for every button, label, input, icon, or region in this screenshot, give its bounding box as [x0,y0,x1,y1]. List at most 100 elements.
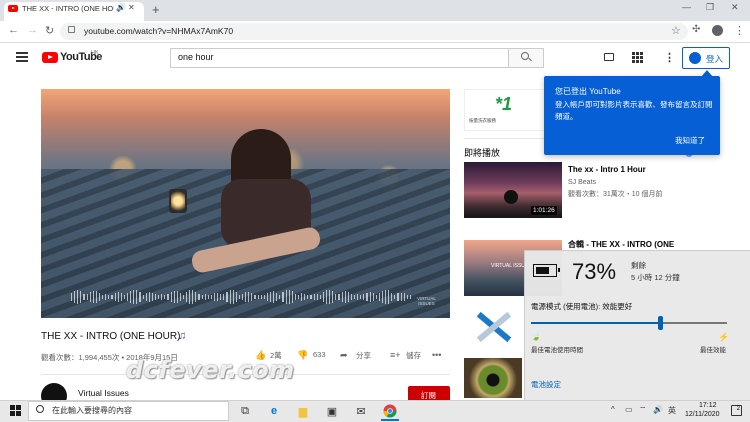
share-label[interactable]: 分享 [356,350,371,361]
apps-grid-icon[interactable] [632,52,643,63]
show-hidden-icons-icon[interactable]: ^ [611,405,615,414]
waveform-bar [248,291,250,303]
tab-close-icon[interactable]: ✕ [128,3,135,12]
bookmark-star-icon[interactable]: ☆ [671,24,681,37]
search-input[interactable] [170,48,508,68]
waveform-bar [238,294,241,300]
share-icon[interactable]: ➦ [340,350,348,361]
tooltip-dismiss-button[interactable]: 我知道了 [675,135,705,146]
player-brand-text: VIRTUAL ISSUES [417,296,436,307]
waveform-bar [192,290,194,304]
waveform-bar [369,292,371,302]
minimize-icon[interactable]: — [682,2,691,12]
tooltip-title: 您已登出 YouTube [555,87,621,96]
waveform-bar [403,293,405,301]
list-item-title[interactable]: The xx - Intro 1 Hour [568,165,646,174]
waveform-bar [179,293,181,301]
video-thumbnail[interactable] [464,300,522,356]
tree-silhouette [504,190,518,204]
windows-start-icon[interactable] [10,405,22,417]
clock-date[interactable]: 12/11/2020 [685,411,720,418]
dislike-count[interactable]: 633 [313,350,326,359]
music-note-icon: ♫ [178,330,187,342]
forward-icon[interactable]: → [27,24,38,36]
save-icon[interactable]: ≡+ [390,350,401,360]
waveform-bar [201,294,203,300]
waveform-bar [307,294,309,300]
tab-title: THE XX - INTRO (ONE HOU [22,4,114,13]
reload-icon[interactable]: ↻ [45,24,54,37]
waveform-bar [378,292,380,301]
tray-battery-icon[interactable]: ▭ [625,405,633,414]
ime-indicator[interactable]: 英 [668,405,676,416]
waveform-bar [235,291,237,303]
search-query[interactable]: one hour [178,52,214,62]
waveform-bar [95,291,97,303]
back-icon[interactable]: ← [8,24,19,36]
waveform-bar [245,291,247,303]
lantern-icon [169,189,187,213]
chrome-menu-icon[interactable]: ⋮ [734,24,745,37]
waveform-bar [195,292,197,302]
hamburger-menu-icon[interactable] [16,52,28,62]
extensions-icon[interactable]: ✣ [692,24,700,35]
search-icon[interactable] [521,52,529,60]
waveform-bar [266,293,268,301]
channel-name[interactable]: Virtual Issues [78,388,129,398]
slider-thumb[interactable] [658,316,663,330]
waveform-bar [133,289,135,305]
waveform-bar [294,293,296,301]
youtube-favicon-icon [8,5,18,12]
waveform-bar [151,292,153,302]
tab-audio-icon[interactable]: 🔊 [116,3,126,12]
youtube-logo-icon[interactable] [42,52,58,63]
profile-icon[interactable] [712,25,723,36]
url-text[interactable]: youtube.com/watch?v=NHMAx7AmK70 [84,26,233,36]
video-player[interactable]: VIRTUAL ISSUES [41,89,450,318]
waveform-bar [310,294,312,300]
battery-level-fill [536,267,550,274]
edge-icon[interactable]: e [266,403,282,419]
waveform-bar [105,294,107,300]
waveform-bar [71,293,73,301]
chrome-icon[interactable] [382,403,398,419]
clock-time[interactable]: 17:12 [699,402,717,409]
create-video-icon[interactable] [604,53,614,61]
mail-icon[interactable]: ✉ [353,403,369,419]
waveform-bar [400,292,402,302]
tray-volume-icon[interactable]: 🔊 [653,405,663,414]
store-icon[interactable]: ▣ [324,403,340,419]
waveform-bar [381,290,384,304]
battery-status: 剩餘 [631,261,646,270]
tray-network-icon[interactable]: ⌔ [639,405,647,415]
list-item-title[interactable]: 合輯 - THE XX - INTRO (ONE [568,239,674,250]
restore-icon[interactable]: ❐ [706,2,714,13]
more-actions-icon[interactable]: ••• [432,350,441,360]
waveform-bar [86,294,88,300]
ad-logo-icon: *1 [495,94,513,114]
taskbar-search-placeholder[interactable]: 在此輸入要搜尋的內容 [52,405,132,416]
lock-icon[interactable] [68,26,75,33]
dislike-icon[interactable]: 👎 [297,350,308,361]
waveform-bar [167,294,169,300]
file-explorer-icon[interactable]: ▆ [295,403,311,419]
waveform-bar [397,293,399,301]
task-view-icon[interactable]: ⧉ [237,403,253,419]
waveform-bar [142,295,144,299]
window-close-icon[interactable]: ✕ [731,2,739,13]
battery-settings-link[interactable]: 電池設定 [531,379,561,390]
waveform-bar [409,294,412,300]
notifications-icon[interactable]: 2 [731,405,742,416]
waveform-bar [220,294,222,300]
video-title: THE XX - INTRO (ONE HOUR) [41,331,181,342]
list-item-channel[interactable]: SJ Beats [568,179,596,186]
save-label[interactable]: 儲存 [406,350,421,361]
waveform-bar [360,294,362,300]
waveform-bar [77,290,79,304]
video-thumbnail[interactable] [464,358,522,398]
signin-label[interactable]: 登入 [706,53,723,65]
new-tab-icon[interactable]: + [152,2,160,17]
waveform-bar [229,289,231,305]
waveform-bar [98,293,101,301]
settings-more-icon[interactable]: ⋮ [664,51,675,64]
